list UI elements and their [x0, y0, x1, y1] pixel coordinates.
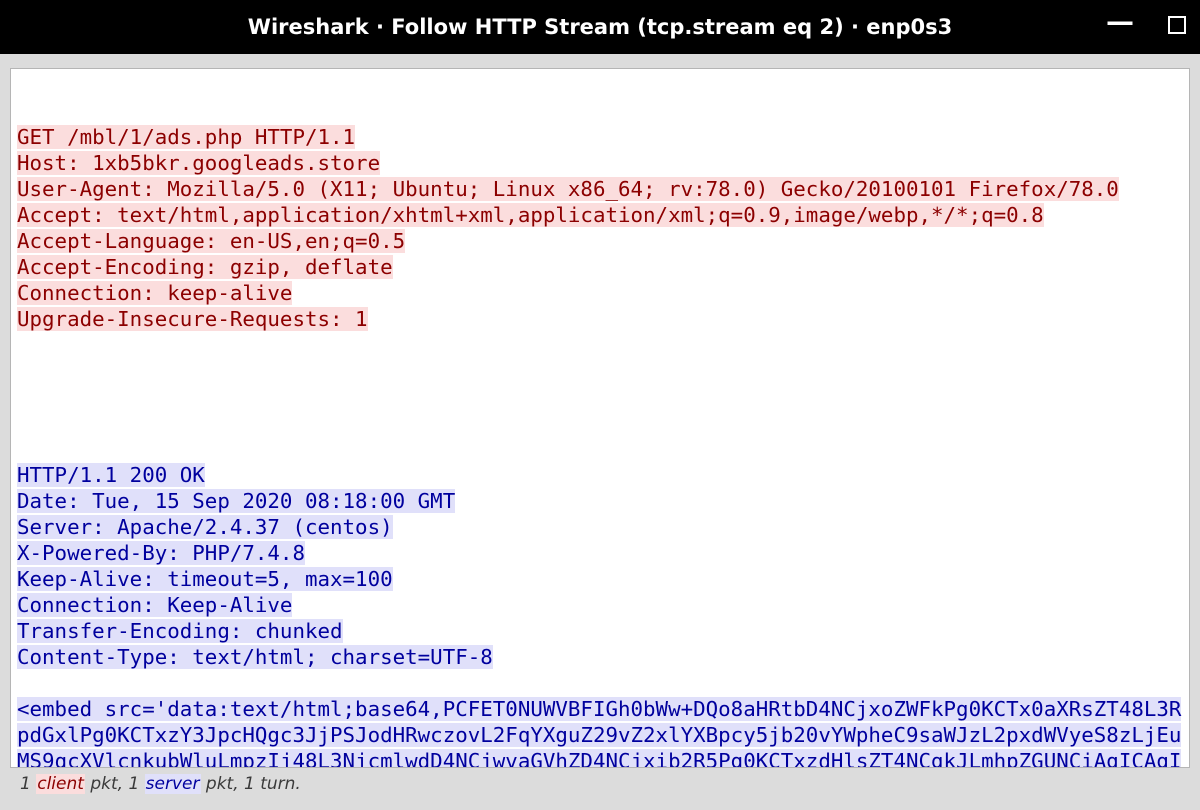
http-response-line: Keep-Alive: timeout=5, max=100: [17, 567, 393, 591]
http-response-line: Content-Type: text/html; charset=UTF-8: [17, 645, 493, 669]
titlebar: Wireshark · Follow HTTP Stream (tcp.stre…: [0, 0, 1200, 54]
status-mid1: pkt, 1: [85, 774, 145, 794]
http-request-line: Accept-Encoding: gzip, deflate: [17, 255, 393, 279]
http-response-body: <embed src='data:text/html;base64,PCFET0…: [17, 697, 1181, 768]
http-response-line: Date: Tue, 15 Sep 2020 08:18:00 GMT: [17, 489, 455, 513]
http-request-line: Host: 1xb5bkr.googleads.store: [17, 151, 380, 175]
window-controls: —: [1106, 0, 1186, 54]
http-response-line: Connection: Keep-Alive: [17, 593, 292, 617]
http-response-line: HTTP/1.1 200 OK: [17, 463, 205, 487]
content-area: GET /mbl/1/ads.php HTTP/1.1 Host: 1xb5bk…: [0, 54, 1200, 798]
status-summary: 1 client pkt, 1 server pkt, 1 turn.: [10, 768, 1190, 794]
http-request-line: User-Agent: Mozilla/5.0 (X11; Ubuntu; Li…: [17, 177, 1119, 201]
http-response-line: X-Powered-By: PHP/7.4.8: [17, 541, 305, 565]
http-response-line: Transfer-Encoding: chunked: [17, 619, 343, 643]
stream-text-view[interactable]: GET /mbl/1/ads.php HTTP/1.1 Host: 1xb5bk…: [10, 68, 1190, 768]
http-request-line: Connection: keep-alive: [17, 281, 292, 305]
stream-content: GET /mbl/1/ads.php HTTP/1.1 Host: 1xb5bk…: [17, 73, 1183, 768]
status-client-word: client: [36, 774, 85, 794]
http-request-line: Accept: text/html,application/xhtml+xml,…: [17, 203, 1044, 227]
maximize-icon[interactable]: [1168, 15, 1186, 39]
status-server-word: server: [145, 774, 201, 794]
http-response-line: Server: Apache/2.4.37 (centos): [17, 515, 393, 539]
status-prefix: 1: [20, 774, 36, 794]
window-title: Wireshark · Follow HTTP Stream (tcp.stre…: [248, 15, 952, 39]
http-request-line: Upgrade-Insecure-Requests: 1: [17, 307, 368, 331]
http-request-line: GET /mbl/1/ads.php HTTP/1.1: [17, 125, 355, 149]
http-request-line: Accept-Language: en-US,en;q=0.5: [17, 229, 405, 253]
status-mid2: pkt, 1 turn.: [201, 774, 301, 794]
